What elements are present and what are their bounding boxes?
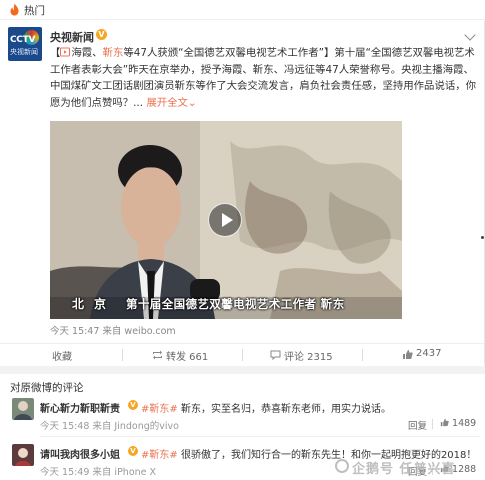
- post-text: 【海霞、靳东等47人获颁“全国德艺双馨电视艺术工作者”】第十届“全国德艺双馨电视…: [50, 45, 478, 111]
- comment-icon: [270, 350, 281, 360]
- author-avatar[interactable]: CCTV 央视新闻: [8, 27, 42, 61]
- comment-button[interactable]: 评论 2315: [284, 348, 333, 363]
- watermark: 企鹅号 任普兴喜: [352, 462, 456, 477]
- thumbs-up-icon: [440, 418, 449, 427]
- action-divider: [242, 349, 243, 361]
- video-caption: 北京 第十届全国德艺双馨电视艺术工作者 靳东: [50, 295, 402, 313]
- commenter-avatar[interactable]: [12, 398, 34, 420]
- collect-button[interactable]: 收藏: [52, 348, 72, 363]
- top-bar: 热门: [0, 0, 485, 20]
- hashtag-link[interactable]: #靳东#: [141, 450, 178, 461]
- comment-like-count: 1489: [452, 418, 477, 429]
- reply-button[interactable]: 回复: [408, 418, 427, 432]
- caption-subtitle: 第十届全国德艺双馨电视艺术工作者 靳东: [126, 297, 345, 311]
- like-button[interactable]: 2437: [416, 348, 441, 359]
- comments-section-title: 对原微博的评论: [10, 382, 84, 394]
- verified-icon: V: [96, 29, 107, 40]
- chevron-down-icon[interactable]: [464, 29, 476, 41]
- comment-body: 靳东，实至名归，恭喜靳东老师，用实力说话。: [177, 404, 391, 415]
- action-divider: [122, 349, 123, 361]
- comment-meta: 今天 15:48 来自 Jindong的vivo: [40, 421, 179, 432]
- action-divider: [362, 349, 363, 361]
- expand-full-text-link[interactable]: 展开全文⌄: [146, 97, 196, 109]
- action-bar: 收藏 转发 661 评论 2315 2437: [0, 343, 485, 365]
- play-button[interactable]: [208, 203, 242, 237]
- verified-icon: V: [128, 400, 138, 410]
- author-name[interactable]: 央视新闻: [50, 29, 94, 45]
- comment-item: 靳心靳力靳职靳责 V #靳东# 靳东，实至名归，恭喜靳东老师，用实力说话。 今天…: [0, 398, 485, 444]
- fire-icon: [10, 3, 19, 16]
- repost-icon: [153, 350, 162, 360]
- text-bracket: 【: [50, 47, 61, 59]
- section-divider: [0, 366, 485, 374]
- hashtag-link[interactable]: #靳东#: [141, 404, 178, 415]
- avatar-brand: CCTV: [10, 35, 36, 45]
- post-card: CCTV 央视新闻 央视新闻 V 【海霞、靳东等47人获颁“全国德艺双馨电视艺术…: [0, 21, 485, 365]
- comment-separator: [40, 436, 480, 437]
- verified-icon: V: [128, 446, 138, 456]
- mention-jindong[interactable]: 靳东: [103, 47, 124, 59]
- commenter-name[interactable]: 靳心靳力靳职靳责: [40, 400, 120, 415]
- caption-city: 北京: [72, 297, 117, 311]
- watermark-logo-icon: [335, 459, 349, 473]
- post-meta: 今天 15:47 来自 weibo.com: [50, 326, 176, 337]
- comment-like-button[interactable]: 1489: [440, 418, 476, 429]
- text-segment: 海霞、: [71, 47, 103, 59]
- video-player[interactable]: 北京 第十届全国德艺双馨电视艺术工作者 靳东: [50, 121, 402, 319]
- comment-text: #靳东# 靳东，实至名归，恭喜靳东老师，用实力说话。: [141, 400, 391, 415]
- commenter-avatar[interactable]: [12, 444, 34, 466]
- avatar-sub: 央视新闻: [10, 48, 38, 56]
- hot-label[interactable]: 热门: [24, 3, 45, 18]
- comment-meta: 今天 15:49 来自 iPhone X: [40, 467, 157, 478]
- thumbs-up-icon: [403, 350, 413, 359]
- repost-button[interactable]: 转发 661: [166, 348, 208, 363]
- comment-divider: [432, 419, 433, 429]
- scroll-marker: [481, 236, 484, 239]
- video-icon: [60, 47, 71, 57]
- commenter-name[interactable]: 请叫我肉很多小姐: [40, 446, 120, 461]
